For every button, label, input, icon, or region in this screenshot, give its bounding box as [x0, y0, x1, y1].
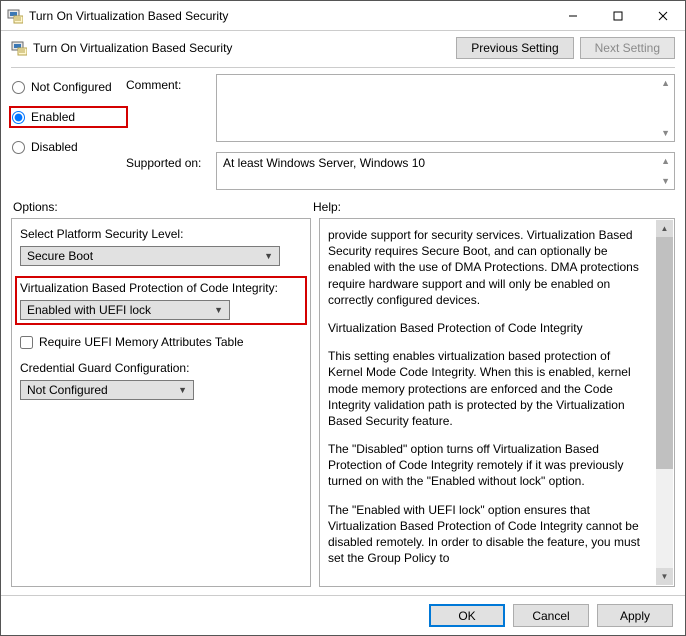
radio-not-configured[interactable]: Not Configured	[11, 78, 126, 96]
maximize-button[interactable]	[595, 1, 640, 31]
credential-guard-label: Credential Guard Configuration:	[20, 361, 302, 375]
chevron-down-icon: ▼	[178, 385, 187, 395]
config-area: Not Configured Enabled Disabled Comment:…	[1, 74, 685, 196]
help-panel: provide support for security services. V…	[319, 218, 675, 587]
chevron-down-icon: ▼	[214, 305, 223, 315]
policy-header: Turn On Virtualization Based Security Pr…	[1, 31, 685, 65]
help-label: Help:	[313, 200, 341, 214]
comment-label: Comment:	[126, 74, 216, 142]
scroll-up-button[interactable]: ▲	[656, 220, 673, 237]
options-panel: Select Platform Security Level: Secure B…	[11, 218, 311, 587]
platform-security-label: Select Platform Security Level:	[20, 227, 302, 241]
chevron-up-icon: ▲	[661, 156, 670, 166]
credential-guard-select[interactable]: Not Configured ▼	[20, 380, 194, 400]
chevron-down-icon: ▼	[264, 251, 273, 261]
next-setting-button[interactable]: Next Setting	[580, 37, 675, 59]
policy-icon	[11, 40, 27, 56]
options-label: Options:	[13, 200, 313, 214]
radio-not-configured-label: Not Configured	[31, 80, 112, 94]
supported-on-label: Supported on:	[126, 152, 216, 190]
scroll-down-button[interactable]: ▼	[656, 568, 673, 585]
help-paragraph: The "Disabled" option turns off Virtuali…	[328, 441, 646, 490]
chevron-up-icon: ▲	[661, 78, 670, 88]
credential-guard-value: Not Configured	[27, 383, 108, 397]
titlebar: Turn On Virtualization Based Security	[1, 1, 685, 31]
close-button[interactable]	[640, 1, 685, 31]
help-paragraph: The "Enabled with UEFI lock" option ensu…	[328, 502, 646, 567]
state-radio-group: Not Configured Enabled Disabled	[11, 74, 126, 190]
cancel-button[interactable]: Cancel	[513, 604, 589, 627]
uefi-memory-label: Require UEFI Memory Attributes Table	[39, 335, 244, 349]
chevron-down-icon: ▼	[661, 128, 670, 138]
chevron-down-icon: ▼	[661, 176, 670, 186]
divider	[11, 67, 675, 68]
panel-labels: Options: Help:	[1, 196, 685, 218]
minimize-button[interactable]	[550, 1, 595, 31]
platform-security-select[interactable]: Secure Boot ▼	[20, 246, 280, 266]
app-icon	[7, 8, 23, 24]
supported-on-field: At least Windows Server, Windows 10 ▲ ▼	[216, 152, 675, 190]
uefi-memory-checkbox[interactable]: Require UEFI Memory Attributes Table	[20, 335, 302, 349]
help-text: provide support for security services. V…	[328, 227, 666, 578]
dialog-buttons: OK Cancel Apply	[1, 595, 685, 635]
vbpci-select[interactable]: Enabled with UEFI lock ▼	[20, 300, 230, 320]
vbpci-label: Virtualization Based Protection of Code …	[20, 281, 302, 295]
help-paragraph: Virtualization Based Protection of Code …	[328, 320, 646, 336]
policy-title: Turn On Virtualization Based Security	[33, 41, 232, 55]
supported-on-value: At least Windows Server, Windows 10	[223, 156, 425, 170]
window-title: Turn On Virtualization Based Security	[29, 9, 550, 23]
previous-setting-button[interactable]: Previous Setting	[456, 37, 573, 59]
comment-field[interactable]: ▲ ▼	[216, 74, 675, 142]
vbpci-block: Virtualization Based Protection of Code …	[17, 278, 305, 323]
help-scrollbar[interactable]: ▲ ▼	[656, 220, 673, 585]
platform-security-value: Secure Boot	[27, 249, 93, 263]
radio-enabled-label: Enabled	[31, 110, 75, 124]
lower-panels: Select Platform Security Level: Secure B…	[1, 218, 685, 595]
radio-disabled[interactable]: Disabled	[11, 138, 126, 156]
radio-disabled-label: Disabled	[31, 140, 78, 154]
vbpci-value: Enabled with UEFI lock	[27, 303, 151, 317]
radio-enabled[interactable]: Enabled	[11, 108, 126, 126]
ok-button[interactable]: OK	[429, 604, 505, 627]
help-paragraph: This setting enables virtualization base…	[328, 348, 646, 429]
apply-button[interactable]: Apply	[597, 604, 673, 627]
help-paragraph: provide support for security services. V…	[328, 227, 646, 308]
scroll-thumb[interactable]	[656, 237, 673, 469]
